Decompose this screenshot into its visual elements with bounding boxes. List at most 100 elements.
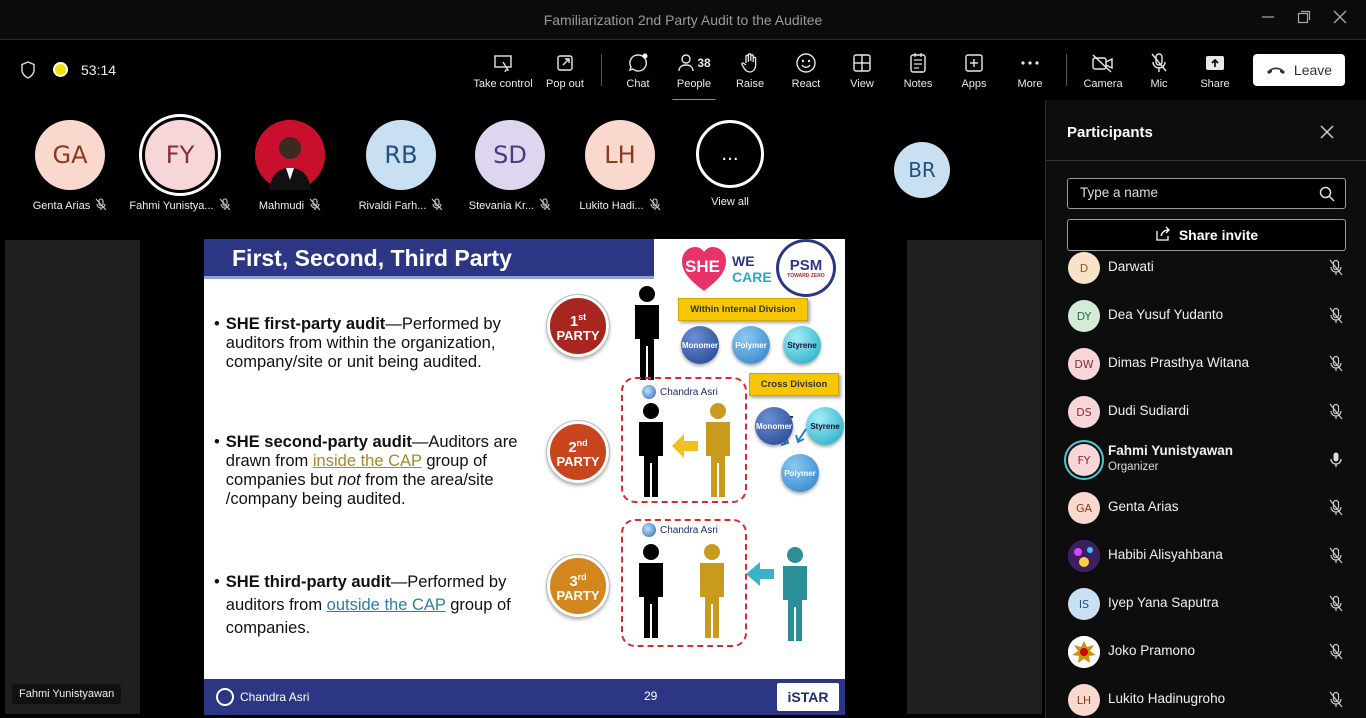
view-all-label: View all <box>711 196 749 208</box>
smiley-icon <box>788 50 824 76</box>
cross-division-label: Cross Division <box>749 373 839 396</box>
video-tile-right[interactable] <box>907 240 1042 714</box>
participant-name: Fahmi Yunistyawan <box>1108 443 1234 458</box>
strip-participant-name: Genta Arias <box>15 198 125 214</box>
pop-out-icon <box>543 50 587 76</box>
camera-button[interactable]: Camera <box>1082 50 1124 98</box>
title-bar: Familiarization 2nd Party Audit to the A… <box>0 0 1366 40</box>
chandra-asri-logo: Chandra Asri <box>642 523 718 537</box>
mic-button[interactable]: Mic <box>1141 50 1177 98</box>
strip-participant[interactable]: FY Fahmi Yunistya... <box>125 114 235 214</box>
mic-on-icon[interactable] <box>1328 451 1344 474</box>
participant-name: Joko Pramono <box>1108 643 1196 658</box>
share-invite-button[interactable]: Share invite <box>1067 219 1346 251</box>
more-button[interactable]: More <box>1012 50 1048 98</box>
hang-up-icon <box>1266 62 1286 78</box>
video-tile-left[interactable] <box>5 240 140 714</box>
mic-off-icon[interactable] <box>1328 499 1344 522</box>
notes-button[interactable]: Notes <box>900 50 936 98</box>
strip-participant-name: Mahmudi <box>235 198 345 214</box>
strip-participant[interactable]: Mahmudi <box>235 120 345 214</box>
recording-indicator-icon <box>53 62 68 77</box>
monomer-ball: Monomer <box>755 407 793 445</box>
toolbar-separator <box>1066 54 1067 86</box>
more-options-icon <box>1012 50 1048 76</box>
participant-row[interactable]: LH Lukito Hadinugroho <box>1046 676 1366 718</box>
avatar: LH <box>585 120 655 190</box>
take-control-icon <box>472 50 534 76</box>
mic-off-icon <box>431 198 443 214</box>
participant-row[interactable]: DS Dudi Sudiardi <box>1046 388 1366 436</box>
raise-hand-button[interactable]: Raise <box>732 50 768 98</box>
people-icon: 38 <box>672 50 716 76</box>
pop-out-button[interactable]: Pop out <box>543 50 587 98</box>
polymer-ball: Polymer <box>781 454 819 492</box>
mic-off-icon <box>539 198 551 214</box>
mic-off-icon[interactable] <box>1328 643 1344 666</box>
mic-off-icon[interactable] <box>1328 691 1344 714</box>
minimize-icon[interactable] <box>1258 10 1278 30</box>
avatar: SD <box>475 120 545 190</box>
panel-divider <box>1046 160 1366 161</box>
participant-row[interactable]: D Darwati <box>1046 250 1366 292</box>
floating-avatar[interactable]: BR <box>894 142 950 198</box>
apps-button[interactable]: Apps <box>956 50 992 98</box>
participant-strip: GA Genta Arias FY Fahmi Yunistya... Mahmudi R… <box>0 100 1044 235</box>
avatar <box>1068 540 1100 572</box>
leave-button[interactable]: Leave <box>1253 54 1345 86</box>
strip-participant[interactable]: RB Rivaldi Farh... <box>346 120 456 214</box>
mic-off-icon[interactable] <box>1328 307 1344 330</box>
mic-off-icon[interactable] <box>1328 403 1344 426</box>
chandra-asri-icon <box>216 688 234 706</box>
mic-off-icon[interactable] <box>1328 259 1344 282</box>
mic-off-icon[interactable] <box>1328 595 1344 618</box>
presenter-name-caption: Fahmi Yunistyawan <box>12 684 122 704</box>
participant-row[interactable]: IS Iyep Yana Saputra <box>1046 580 1366 628</box>
search-icon[interactable] <box>1319 186 1335 207</box>
participant-name: Darwati <box>1108 259 1154 274</box>
react-button[interactable]: React <box>788 50 824 98</box>
participants-panel: Participants Share invite D Darwati DY Dea … <box>1045 100 1366 718</box>
within-internal-label: Within Internal Division <box>678 298 808 321</box>
strip-participant-name: Fahmi Yunistya... <box>125 198 235 214</box>
people-button[interactable]: 38 People <box>672 50 716 102</box>
meeting-toolbar: 53:14 Take control Pop out Chat 38 Peopl… <box>0 40 1366 102</box>
avatar: LH <box>1068 684 1100 716</box>
mic-off-icon <box>219 198 231 214</box>
participant-row[interactable]: Joko Pramono <box>1046 628 1366 676</box>
close-window-icon[interactable] <box>1330 10 1350 30</box>
view-all-button[interactable]: ... View all <box>675 120 785 208</box>
mic-off-icon[interactable] <box>1328 355 1344 378</box>
participant-name: Iyep Yana Saputra <box>1108 595 1219 610</box>
avatar: FY <box>139 114 221 196</box>
participant-list: D Darwati DY Dea Yusuf Yudanto DW Dimas Prast… <box>1046 250 1366 718</box>
meeting-stage: GA Genta Arias FY Fahmi Yunistya... Mahmudi R… <box>0 100 1044 718</box>
participant-search-input[interactable] <box>1080 185 1310 200</box>
strip-participant[interactable]: SD Stevania Kr... <box>455 120 565 214</box>
close-panel-icon[interactable] <box>1320 122 1334 145</box>
participant-row[interactable]: FY Fahmi Yunistyawan Organizer <box>1046 436 1366 484</box>
participant-row[interactable]: GA Genta Arias <box>1046 484 1366 532</box>
participant-name: Dimas Prasthya Witana <box>1108 355 1250 370</box>
share-button[interactable]: Share <box>1197 50 1233 98</box>
notes-icon <box>900 50 936 76</box>
people-count: 38 <box>697 56 711 70</box>
styrene-ball: Styrene <box>783 326 821 364</box>
take-control-button[interactable]: Take control <box>472 50 534 98</box>
mic-off-icon[interactable] <box>1328 547 1344 570</box>
maximize-icon[interactable] <box>1294 10 1314 30</box>
avatar: IS <box>1068 588 1100 620</box>
participant-row[interactable]: Habibi Alisyahbana <box>1046 532 1366 580</box>
strip-participant[interactable]: GA Genta Arias <box>15 120 125 214</box>
chat-button[interactable]: Chat <box>620 50 656 98</box>
participant-search[interactable] <box>1067 178 1346 209</box>
camera-off-icon <box>1082 50 1124 76</box>
strip-participant-name: Stevania Kr... <box>455 198 565 214</box>
strip-participant[interactable]: LH Lukito Hadi... <box>565 120 675 214</box>
participant-row[interactable]: DW Dimas Prasthya Witana <box>1046 340 1366 388</box>
shield-icon[interactable] <box>20 61 36 84</box>
polymer-ball: Polymer <box>732 326 770 364</box>
view-button[interactable]: View <box>844 50 880 98</box>
participant-row[interactable]: DY Dea Yusuf Yudanto <box>1046 292 1366 340</box>
mic-off-icon <box>95 198 107 214</box>
